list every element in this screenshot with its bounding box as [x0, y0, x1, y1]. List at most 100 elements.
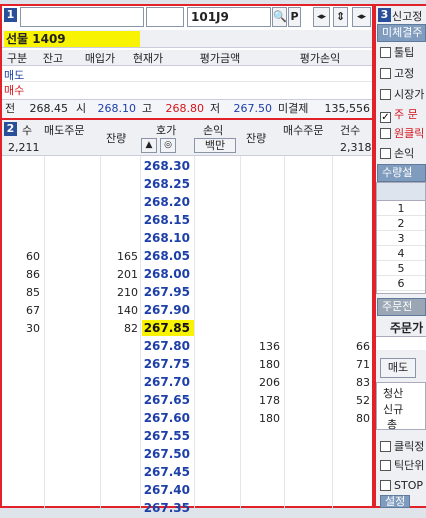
- panel-3-title: 신고정: [392, 10, 423, 23]
- ask-price[interactable]: 268.05: [142, 248, 194, 264]
- position-header: 구분 잔고 매입가 현재가 평가금액 평가손익: [2, 50, 372, 66]
- high-value: 268.80: [165, 102, 205, 115]
- quantity-list: 123456: [376, 182, 426, 294]
- bid-price[interactable]: 267.70: [142, 374, 194, 390]
- quantity-row[interactable]: 2: [377, 216, 425, 231]
- ask-price[interactable]: 268.15: [142, 212, 194, 228]
- market-price-checkbox[interactable]: 시장가: [380, 88, 424, 102]
- p-button[interactable]: P: [288, 7, 301, 27]
- order-checkbox[interactable]: ✓ 주 문: [380, 108, 418, 123]
- ask-price[interactable]: 268.20: [142, 194, 194, 210]
- ask-remain: [100, 176, 138, 194]
- hdr-remain-2: 잔량: [246, 132, 267, 145]
- bid-count: 66: [356, 340, 370, 353]
- ask-remain: 140: [117, 304, 138, 317]
- bid-remain: [240, 446, 280, 464]
- ask-count: 85: [26, 286, 40, 299]
- tick-unit-checkbox[interactable]: 틱단위: [380, 459, 424, 473]
- scroll-up-icon[interactable]: ▲: [141, 138, 157, 153]
- bid-price[interactable]: 267.75: [142, 356, 194, 372]
- futures-name: 선물 1409: [4, 31, 140, 47]
- search-icon[interactable]: 🔍: [272, 7, 287, 27]
- bid-remain: 180: [259, 412, 280, 425]
- settle-label: 청산: [383, 387, 404, 400]
- bid-count: [332, 446, 370, 464]
- center-icon[interactable]: ◎: [160, 138, 176, 153]
- bid-price[interactable]: 267.40: [142, 482, 194, 498]
- high-label: 고: [142, 102, 153, 115]
- ask-price[interactable]: 267.90: [142, 302, 194, 318]
- low-label: 저: [210, 102, 221, 115]
- quantity-row[interactable]: 6: [377, 276, 425, 291]
- code-input[interactable]: 101J9: [187, 7, 271, 27]
- ask-count: 30: [26, 322, 40, 335]
- hdr-sell-order: 매도주문: [44, 124, 85, 137]
- prev-label: 전: [5, 102, 16, 115]
- code-value: 101J9: [191, 10, 229, 24]
- bid-price[interactable]: 267.65: [142, 392, 194, 408]
- hdr-buy-order: 매수주문: [283, 124, 324, 137]
- col-type: 구분: [6, 52, 28, 65]
- bid-price[interactable]: 267.60: [142, 410, 194, 426]
- expand-horizontal-icon[interactable]: ◂▸: [352, 7, 371, 27]
- bid-price[interactable]: 267.55: [142, 428, 194, 444]
- total-label: 총: [387, 418, 398, 431]
- bid-remain: 178: [259, 394, 280, 407]
- quantity-row[interactable]: 5: [377, 261, 425, 276]
- ask-price[interactable]: 268.10: [142, 230, 194, 246]
- col-current-price: 현재가: [132, 52, 164, 65]
- quantity-row[interactable]: 4: [377, 246, 425, 261]
- sell-button[interactable]: 매도: [380, 358, 416, 378]
- ask-price[interactable]: 267.95: [142, 284, 194, 300]
- shift-left-right-icon[interactable]: ◂▸: [313, 7, 330, 27]
- quantity-settings-button[interactable]: 수량설: [377, 164, 426, 182]
- bid-count: [332, 482, 370, 500]
- quantity-row[interactable]: 3: [377, 231, 425, 246]
- ask-price[interactable]: 268.00: [142, 266, 194, 282]
- ask-count: [2, 158, 40, 176]
- pl-checkbox[interactable]: 손익: [380, 147, 414, 161]
- price-summary: 전 268.45 시 268.10 고 268.80 저 267.50 미결제 …: [2, 99, 372, 118]
- open-label: 시: [76, 102, 87, 115]
- password-field[interactable]: [146, 7, 184, 27]
- bid-count: [332, 428, 370, 446]
- ask-price[interactable]: 268.25: [142, 176, 194, 192]
- bid-count: 71: [356, 358, 370, 371]
- bid-price[interactable]: 267.45: [142, 464, 194, 480]
- bid-remain: [240, 482, 280, 500]
- bid-price[interactable]: 267.35: [142, 500, 194, 516]
- bid-price[interactable]: 267.50: [142, 446, 194, 462]
- resize-vertical-icon[interactable]: ⇕: [333, 7, 348, 27]
- col-eval-amount: 평가금액: [199, 52, 241, 65]
- ask-price[interactable]: 267.85: [142, 320, 194, 336]
- ask-price[interactable]: 268.30: [142, 158, 194, 174]
- quantity-row[interactable]: 1: [377, 201, 425, 216]
- ask-remain: [100, 158, 138, 176]
- position-box: 청산 신규 총: [376, 382, 426, 431]
- click-fix-checkbox[interactable]: 클릭정: [380, 440, 424, 454]
- open-value: 268.10: [97, 102, 137, 115]
- row-buy-label: 매수: [4, 84, 25, 97]
- settings-button[interactable]: 설정: [380, 495, 410, 508]
- bid-remain: [240, 464, 280, 482]
- bid-remain: 136: [259, 340, 280, 353]
- bid-price[interactable]: 267.80: [142, 338, 194, 354]
- total-sell-count: 2,211: [8, 141, 40, 154]
- fixed-checkbox[interactable]: 고정: [380, 67, 414, 81]
- unfilled-cancel-button[interactable]: 미체결주: [377, 24, 426, 42]
- tooltip-checkbox[interactable]: 툴팁: [380, 46, 414, 60]
- pl-unit-button[interactable]: 백만: [194, 138, 236, 153]
- bid-count: [332, 464, 370, 482]
- ask-count: 60: [26, 250, 40, 263]
- stop-checkbox[interactable]: STOP: [380, 479, 423, 493]
- account-select[interactable]: [20, 7, 144, 27]
- one-click-checkbox[interactable]: 원클릭: [380, 127, 424, 141]
- order-transmit-button[interactable]: 주문전: [377, 298, 426, 316]
- bid-remain: [240, 500, 280, 518]
- total-buy-count: 2,318: [340, 141, 372, 154]
- bid-count: 80: [356, 412, 370, 425]
- ask-remain: [100, 212, 138, 230]
- ask-count: [2, 176, 40, 194]
- ask-count: [2, 212, 40, 230]
- open-interest-label: 미결제: [278, 102, 309, 115]
